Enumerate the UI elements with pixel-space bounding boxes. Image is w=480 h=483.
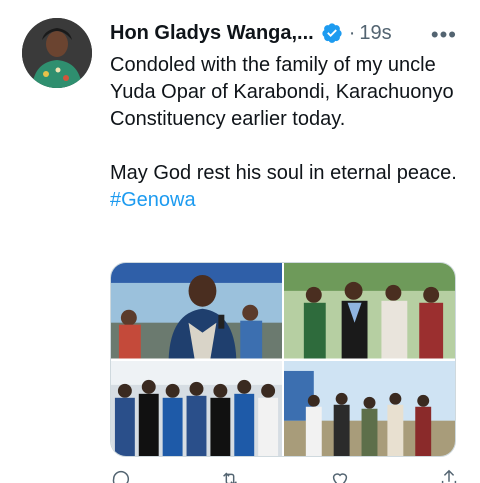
- share-icon[interactable]: [438, 468, 460, 483]
- tweet-text: Condoled with the family of my uncle Yud…: [110, 52, 470, 214]
- photo-speaker-icon[interactable]: [111, 263, 282, 359]
- more-horizontal-icon[interactable]: •••: [431, 22, 457, 48]
- tweet-paragraph-2-text: May God rest his soul in eternal peace.: [110, 162, 457, 184]
- photo-outdoor-icon[interactable]: [284, 360, 455, 456]
- tweet[interactable]: Hon Gladys Wanga,... · 19s ••• Condoled …: [0, 0, 480, 483]
- tweet-paragraph-1: Condoled with the family of my uncle Yud…: [110, 54, 454, 130]
- retweet-icon[interactable]: [219, 468, 241, 483]
- action-bar: [110, 468, 460, 483]
- timestamp[interactable]: 19s: [359, 22, 391, 45]
- verified-badge-icon: [322, 23, 342, 43]
- author-name[interactable]: Hon Gladys Wanga,...: [110, 22, 314, 45]
- photo-group-icon[interactable]: [284, 263, 455, 359]
- like-icon[interactable]: [329, 468, 351, 483]
- tweet-paragraph-2: May God rest his soul in eternal peace. …: [110, 160, 470, 214]
- photo-crowd-icon[interactable]: [111, 360, 282, 456]
- separator-dot: ·: [348, 21, 356, 44]
- media-grid: [110, 262, 456, 457]
- avatar[interactable]: [22, 18, 92, 88]
- hashtag-link[interactable]: #Genowa: [110, 189, 196, 211]
- tweet-header: Hon Gladys Wanga,... · 19s •••: [110, 18, 465, 48]
- reply-icon[interactable]: [110, 468, 132, 483]
